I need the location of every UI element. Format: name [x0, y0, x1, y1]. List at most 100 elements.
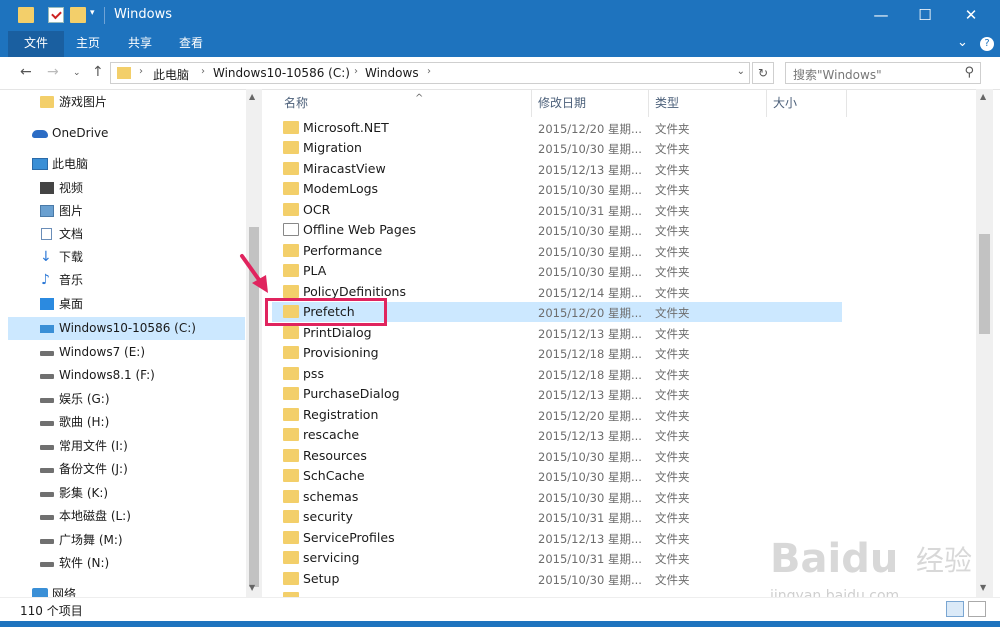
table-row[interactable]: PurchaseDialog 2015/12/13 星期... 文件夹	[272, 384, 842, 404]
forward-arrow-icon[interactable]: →	[47, 64, 59, 80]
nav-item-downloads[interactable]: ↓ 下载	[8, 246, 245, 269]
tab-share[interactable]: 共享	[120, 31, 160, 57]
table-row[interactable]: security 2015/10/31 星期... 文件夹	[272, 507, 842, 527]
table-row[interactable]: MiracastView 2015/12/13 星期... 文件夹	[272, 159, 842, 179]
ribbon-controls: ⌄ ?	[957, 35, 994, 51]
file-date: 2015/10/30 星期...	[538, 491, 642, 505]
nav-item-desktop[interactable]: 桌面	[8, 293, 245, 316]
nav-item-drive-m[interactable]: 广场舞 (M:)	[8, 529, 245, 552]
up-arrow-icon[interactable]: ↑	[92, 64, 104, 80]
table-row[interactable]: servicing 2015/10/31 星期... 文件夹	[272, 548, 842, 568]
breadcrumb-separator[interactable]: ›	[427, 66, 431, 77]
column-header-date[interactable]: 修改日期	[532, 89, 649, 117]
tab-home[interactable]: 主页	[68, 31, 108, 57]
file-name: PolicyDefinitions	[303, 284, 406, 299]
folder-icon	[40, 96, 54, 108]
nav-item-drive-f[interactable]: Windows8.1 (F:)	[8, 364, 245, 387]
drive-icon	[40, 421, 54, 426]
address-bar[interactable]: › 此电脑 › Windows10-10586 (C:) › Windows ›…	[110, 62, 750, 84]
nav-item-label: Windows10-10586 (C:)	[59, 321, 196, 335]
tab-file[interactable]: 文件	[8, 31, 64, 57]
breadcrumb-this-pc[interactable]: 此电脑	[153, 66, 189, 83]
help-icon[interactable]: ?	[980, 37, 994, 51]
file-name: MiracastView	[303, 161, 386, 176]
table-row[interactable]: Setup 2015/10/30 星期... 文件夹	[272, 569, 842, 589]
nav-item-documents[interactable]: 文档	[8, 223, 245, 246]
pictures-icon	[40, 205, 54, 217]
nav-item-drive-h[interactable]: 歌曲 (H:)	[8, 411, 245, 434]
file-date: 2015/12/13 星期...	[538, 163, 642, 177]
table-row[interactable]: pss 2015/12/18 星期... 文件夹	[272, 364, 842, 384]
file-date: 2015/10/30 星期...	[538, 450, 642, 464]
table-row[interactable]: OCR 2015/10/31 星期... 文件夹	[272, 200, 842, 220]
file-name: SchCache	[303, 468, 365, 483]
breadcrumb-separator[interactable]: ›	[201, 66, 205, 77]
table-row[interactable]: ModemLogs 2015/10/30 星期... 文件夹	[272, 179, 842, 199]
nav-scrollbar[interactable]: ▲ ▼	[246, 89, 262, 597]
details-view-icon[interactable]	[946, 601, 964, 617]
table-row[interactable]: Offline Web Pages 2015/10/30 星期... 文件夹	[272, 220, 842, 240]
file-list-scrollbar-thumb[interactable]	[979, 234, 990, 334]
large-icons-view-icon[interactable]	[968, 601, 986, 617]
nav-item-this-pc[interactable]: 此电脑	[8, 153, 245, 176]
nav-item-music[interactable]: ♪ 音乐	[8, 269, 245, 292]
column-header-size[interactable]: 大小	[767, 89, 847, 117]
nav-item-drive-n[interactable]: 软件 (N:)	[8, 552, 245, 575]
minimize-button[interactable]: —	[858, 0, 904, 31]
breadcrumb-drive-c[interactable]: Windows10-10586 (C:)	[213, 66, 350, 80]
ribbon-expand-icon[interactable]: ⌄	[957, 35, 968, 50]
file-name: rescache	[303, 427, 360, 442]
tab-view[interactable]: 查看	[171, 31, 211, 57]
nav-item-drive-l[interactable]: 本地磁盘 (L:)	[8, 505, 245, 528]
folder-icon	[283, 428, 299, 441]
table-row[interactable]: SchCache 2015/10/30 星期... 文件夹	[272, 466, 842, 486]
breadcrumb-windows[interactable]: Windows	[365, 66, 419, 80]
watermark-brand: Baidu	[770, 536, 898, 582]
table-row[interactable]: PLA 2015/10/30 星期... 文件夹	[272, 261, 842, 281]
nav-item-pictures[interactable]: 图片	[8, 200, 245, 223]
nav-item-drive-k[interactable]: 影集 (K:)	[8, 482, 245, 505]
close-button[interactable]: ✕	[948, 0, 994, 31]
recent-locations-icon[interactable]: ⌄	[73, 68, 81, 78]
nav-item-drive-i[interactable]: 常用文件 (I:)	[8, 435, 245, 458]
nav-item-network[interactable]: 网络	[8, 583, 245, 597]
table-row[interactable]: PrintDialog 2015/12/13 星期... 文件夹	[272, 323, 842, 343]
nav-item-drive-j[interactable]: 备份文件 (J:)	[8, 458, 245, 481]
scroll-down-icon[interactable]: ▼	[249, 583, 255, 592]
scroll-up-icon[interactable]: ▲	[980, 92, 986, 101]
nav-item-label: 网络	[52, 587, 77, 597]
nav-item-drive-c[interactable]: Windows10-10586 (C:)	[8, 317, 245, 340]
nav-item-videos[interactable]: 视频	[8, 177, 245, 200]
search-input[interactable]: 搜索"Windows" ⚲	[785, 62, 981, 84]
table-row[interactable]: Registration 2015/12/20 星期... 文件夹	[272, 405, 842, 425]
new-folder-icon[interactable]	[70, 7, 86, 23]
nav-item-drive-e[interactable]: Windows7 (E:)	[8, 341, 245, 364]
refresh-button[interactable]: ↻	[752, 62, 774, 84]
table-row[interactable]: Microsoft.NET 2015/12/20 星期... 文件夹	[272, 118, 842, 138]
scroll-up-icon[interactable]: ▲	[249, 92, 255, 101]
folder-icon	[283, 572, 299, 585]
nav-item-onedrive[interactable]: OneDrive	[8, 122, 245, 145]
nav-item-drive-g[interactable]: 娱乐 (G:)	[8, 388, 245, 411]
table-row[interactable]: Resources 2015/10/30 星期... 文件夹	[272, 446, 842, 466]
table-row[interactable]: Performance 2015/10/30 星期... 文件夹	[272, 241, 842, 261]
file-name: PLA	[303, 263, 327, 278]
breadcrumb-separator[interactable]: ›	[139, 66, 143, 77]
properties-icon[interactable]	[48, 7, 64, 23]
maximize-button[interactable]: ☐	[902, 0, 948, 31]
column-header-name[interactable]: 名称 ^	[278, 89, 532, 117]
back-arrow-icon[interactable]: ←	[20, 64, 32, 80]
table-row[interactable]: ServiceProfiles 2015/12/13 星期... 文件夹	[272, 528, 842, 548]
breadcrumb-separator[interactable]: ›	[354, 66, 358, 77]
table-row[interactable]: Migration 2015/10/30 星期... 文件夹	[272, 138, 842, 158]
nav-item-game-pictures[interactable]: 游戏图片	[8, 91, 245, 114]
file-type: 文件夹	[655, 265, 690, 279]
column-header-type[interactable]: 类型	[649, 89, 767, 117]
computer-icon	[32, 158, 48, 170]
table-row-partial[interactable]	[272, 589, 842, 597]
table-row[interactable]: Provisioning 2015/12/18 星期... 文件夹	[272, 343, 842, 363]
table-row[interactable]: schemas 2015/10/30 星期... 文件夹	[272, 487, 842, 507]
title-divider	[104, 7, 105, 24]
table-row[interactable]: rescache 2015/12/13 星期... 文件夹	[272, 425, 842, 445]
address-dropdown-icon[interactable]: ⌄	[737, 66, 745, 77]
